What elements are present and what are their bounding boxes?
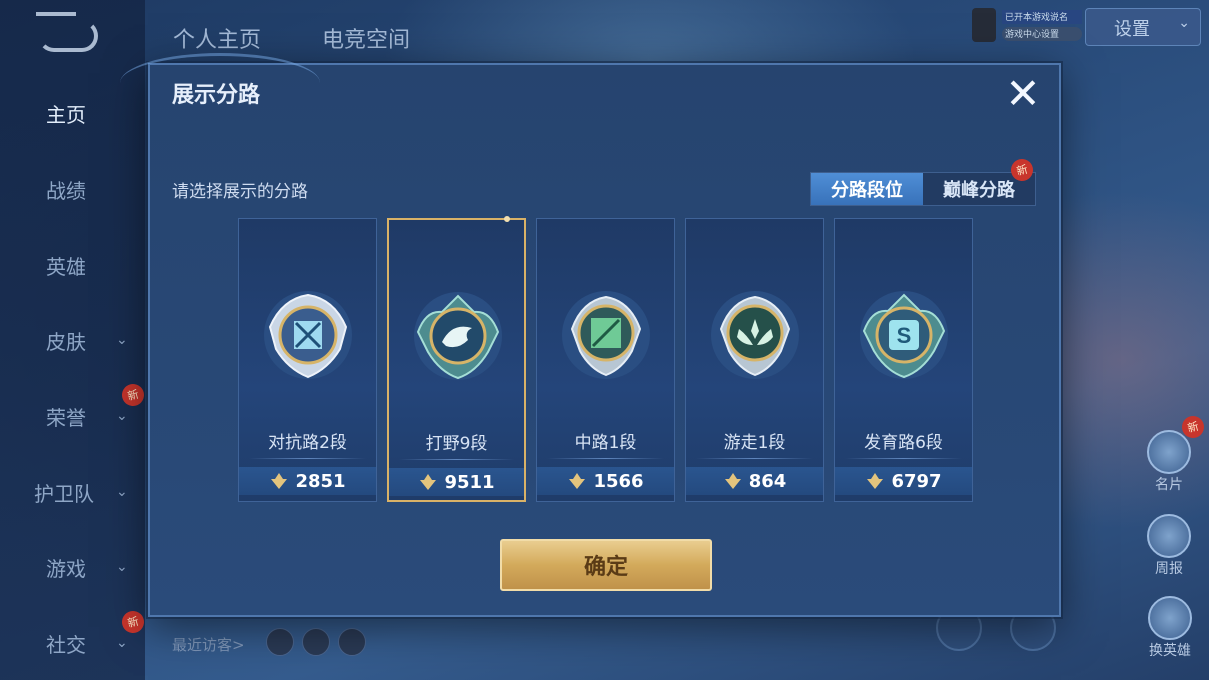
sidebar-item-label: 皮肤 <box>46 329 86 354</box>
dialog-prompt: 请选择展示的分路 <box>172 182 308 202</box>
sidebar-item-record[interactable]: 战绩 <box>0 169 145 209</box>
sidebar-item-label: 护卫队 <box>34 481 94 506</box>
report-icon <box>1147 514 1191 558</box>
settings-label: 设置 <box>1114 19 1150 40</box>
tab-profile[interactable]: 个人主页 <box>173 22 261 54</box>
sidebar-item-label: 社交 <box>46 632 86 657</box>
right-button-label: 换英雄 <box>1149 643 1191 659</box>
divider <box>696 458 813 459</box>
dragon-emblem-icon <box>414 292 502 380</box>
visitor-avatar[interactable] <box>266 628 294 656</box>
sidebar-item-heroes[interactable]: 英雄 <box>0 245 145 285</box>
lane-card-mid[interactable]: 中路1段 1566 <box>536 218 675 502</box>
visitor-avatar[interactable] <box>302 628 330 656</box>
divider <box>399 459 514 460</box>
lane-display-dialog: 展示分路 ✕ 请选择展示的分路 分路段位 巅峰分路 新 对抗路2段 2851 打… <box>120 53 1061 617</box>
divider <box>249 458 366 459</box>
crossed-swords-emblem-icon <box>264 291 352 379</box>
sidebar-item-label: 游戏 <box>46 556 86 581</box>
wings-emblem-icon <box>711 291 799 379</box>
lane-score: 6797 <box>891 470 942 492</box>
new-badge: 新 <box>119 608 147 636</box>
staff-emblem-icon <box>562 291 650 379</box>
chevron-down-icon: ⌄ <box>116 408 128 424</box>
lane-score-row: 864 <box>686 467 823 495</box>
back-arrow-icon[interactable] <box>36 12 98 52</box>
visitor-avatar[interactable] <box>338 628 366 656</box>
confirm-button[interactable]: 确定 <box>500 539 712 591</box>
recent-visitors-link[interactable]: 最近访客> <box>172 634 245 655</box>
lane-score-row: 6797 <box>835 467 972 495</box>
lane-score: 1566 <box>593 470 644 492</box>
lane-score-row: 2851 <box>239 467 376 495</box>
sidebar-item-honor[interactable]: 荣誉 ⌄ 新 <box>0 381 147 436</box>
right-button-label: 周报 <box>1155 561 1183 577</box>
divider <box>845 458 962 459</box>
lane-score-row: 9511 <box>389 468 524 496</box>
lane-mode-toggle: 分路段位 巅峰分路 新 <box>810 156 1036 206</box>
right-button-label: 名片 <box>1155 477 1183 493</box>
hero-switch-icon <box>1148 596 1192 640</box>
sidebar-item-label: 英雄 <box>46 254 86 279</box>
score-icon <box>867 473 884 489</box>
sidebar-item-game[interactable]: 游戏 ⌄ <box>0 547 145 587</box>
toggle-option-lane-rank[interactable]: 分路段位 <box>811 173 923 205</box>
lane-score: 9511 <box>444 471 495 493</box>
chevron-down-icon: ⌄ <box>116 559 128 575</box>
score-icon <box>420 474 437 490</box>
tab-esports[interactable]: 电竞空间 <box>322 22 410 54</box>
lane-card-jungle[interactable]: 打野9段 9511 <box>387 216 526 502</box>
lane-name: 发育路6段 <box>864 433 943 453</box>
sidebar-item-label: 主页 <box>46 102 86 127</box>
lane-card-clash[interactable]: 对抗路2段 2851 <box>238 218 377 502</box>
lane-score: 864 <box>748 470 787 492</box>
settings-button[interactable]: 设置 ⌄ <box>1085 8 1201 46</box>
divider <box>547 458 664 459</box>
s-emblem-icon: S <box>860 291 948 379</box>
lane-card-roam[interactable]: 游走1段 864 <box>685 218 824 502</box>
lane-name: 打野9段 <box>425 434 488 454</box>
sidebar-item-skins[interactable]: 皮肤 ⌄ <box>0 320 145 360</box>
card-button[interactable]: 名片 新 <box>1142 413 1207 494</box>
dialog-title: 展示分路 <box>172 83 261 108</box>
score-icon <box>724 473 741 489</box>
sidebar-item-label: 荣誉 <box>46 405 86 430</box>
lane-name: 游走1段 <box>723 433 786 453</box>
lane-card-farm[interactable]: S 发育路6段 6797 <box>834 218 973 502</box>
switch-hero-button[interactable]: 换英雄 <box>1140 596 1200 660</box>
status-text: 已开本游戏说名 <box>1002 10 1082 24</box>
score-icon <box>569 473 586 489</box>
chevron-down-icon: ⌄ <box>1178 15 1190 31</box>
sidebar-item-social[interactable]: 社交 ⌄ 新 <box>0 608 147 663</box>
close-icon[interactable]: ✕ <box>1002 73 1044 115</box>
weekly-report-button[interactable]: 周报 <box>1142 514 1196 578</box>
lane-score: 2851 <box>295 470 346 492</box>
status-text-secondary: 游戏中心设置 <box>1002 27 1082 41</box>
new-badge: 新 <box>119 381 147 409</box>
lane-name: 中路1段 <box>574 433 637 453</box>
score-icon <box>271 473 288 489</box>
chevron-down-icon: ⌄ <box>116 635 128 651</box>
svg-text:S: S <box>897 323 912 348</box>
lane-score-row: 1566 <box>537 467 674 495</box>
avatar[interactable] <box>972 8 996 42</box>
card-icon <box>1147 430 1191 474</box>
lane-name: 对抗路2段 <box>268 433 347 453</box>
sidebar-item-label: 战绩 <box>46 178 86 203</box>
sidebar-item-guard[interactable]: 护卫队 ⌄ <box>0 472 145 512</box>
chevron-down-icon: ⌄ <box>116 332 128 348</box>
chevron-down-icon: ⌄ <box>116 484 128 500</box>
